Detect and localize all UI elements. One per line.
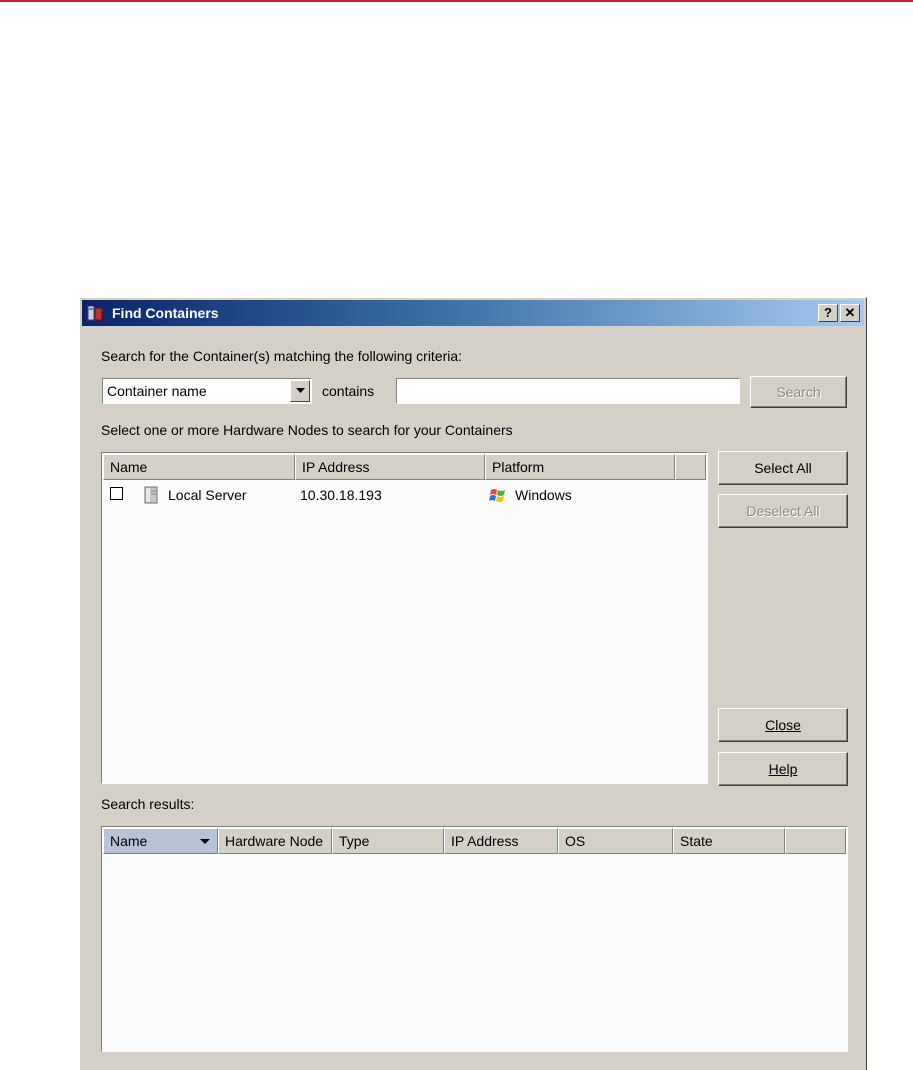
hardware-nodes-list[interactable]: Name IP Address Platform Local Server 10… (101, 452, 708, 784)
search-button-label: Search (776, 384, 821, 400)
field-select[interactable]: Container name (102, 378, 312, 404)
server-icon (144, 486, 158, 504)
column-header-platform[interactable]: Platform (485, 454, 675, 480)
results-column-header-os[interactable]: OS (558, 828, 673, 854)
field-select-dropdown-button[interactable] (290, 380, 310, 402)
close-button-label: Close (765, 717, 801, 733)
node-ip: 10.30.18.193 (300, 487, 382, 503)
results-column-header-filler (785, 828, 846, 854)
results-column-header-name[interactable]: Name (103, 828, 218, 854)
app-icon (87, 305, 103, 321)
search-results-list[interactable]: Name Hardware Node Type IP Address OS St… (101, 826, 848, 1052)
select-all-button[interactable]: Select All (718, 451, 848, 485)
title-bar[interactable]: Find Containers ? ✕ (82, 300, 864, 326)
nodes-heading: Select one or more Hardware Nodes to sea… (101, 422, 513, 438)
results-list-header: Name Hardware Node Type IP Address OS St… (103, 828, 846, 854)
help-button[interactable]: Help (718, 752, 848, 786)
nodes-list-header: Name IP Address Platform (103, 454, 706, 480)
node-row[interactable]: Local Server 10.30.18.193 Windows (106, 485, 706, 507)
column-header-filler (675, 454, 706, 480)
operator-label: contains (322, 383, 375, 399)
node-checkbox[interactable] (110, 487, 123, 500)
top-accent-rule (0, 0, 913, 2)
sort-descending-icon (200, 839, 210, 844)
deselect-all-button[interactable]: Deselect All (718, 494, 848, 528)
results-heading: Search results: (101, 796, 195, 812)
field-select-value: Container name (107, 383, 207, 399)
results-column-header-hardware-node[interactable]: Hardware Node (218, 828, 332, 854)
results-column-name-label: Name (110, 833, 148, 849)
search-value-input[interactable] (396, 378, 740, 404)
find-containers-dialog: Find Containers ? ✕ Search for the Conta… (79, 297, 867, 1070)
dialog-title: Find Containers (112, 305, 219, 321)
deselect-all-label: Deselect All (746, 503, 820, 519)
close-button[interactable]: Close (718, 708, 848, 742)
windows-logo-icon (489, 489, 505, 502)
search-button[interactable]: Search (750, 376, 847, 408)
close-title-button[interactable]: ✕ (840, 304, 860, 322)
node-platform: Windows (515, 487, 572, 503)
criteria-heading: Search for the Container(s) matching the… (101, 348, 463, 364)
column-header-ip-address[interactable]: IP Address (295, 454, 485, 480)
results-column-header-type[interactable]: Type (332, 828, 444, 854)
results-column-header-state[interactable]: State (673, 828, 785, 854)
help-title-button[interactable]: ? (818, 304, 838, 322)
results-column-header-ip-address[interactable]: IP Address (444, 828, 558, 854)
chevron-down-icon (296, 388, 305, 393)
node-name: Local Server (168, 487, 247, 503)
select-all-label: Select All (754, 460, 812, 476)
column-header-name[interactable]: Name (103, 454, 295, 480)
help-button-label: Help (768, 761, 798, 777)
